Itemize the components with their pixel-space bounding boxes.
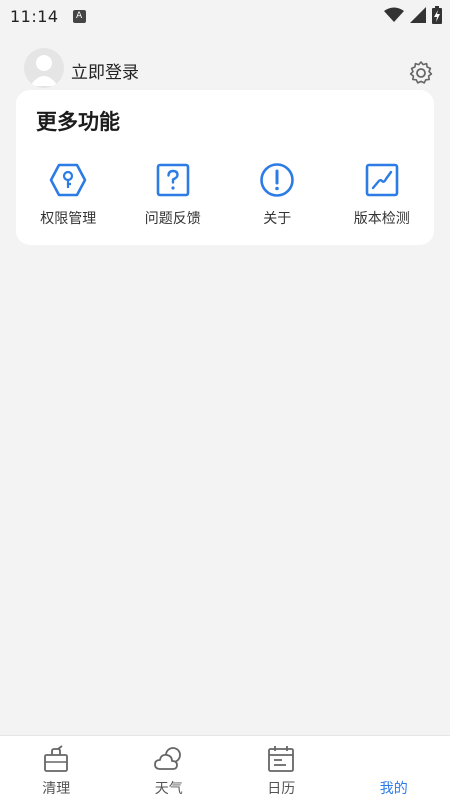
calendar-icon <box>266 744 296 774</box>
function-permission-management[interactable]: 权限管理 <box>16 160 121 228</box>
version-check-chart-icon <box>362 160 402 200</box>
signal-icon <box>410 7 426 23</box>
profile-icon <box>379 744 409 774</box>
function-feedback[interactable]: 问题反馈 <box>121 160 226 228</box>
tab-label: 我的 <box>380 778 408 798</box>
card-title: 更多功能 <box>36 106 120 136</box>
clean-jar-icon <box>41 744 71 774</box>
tab-mine[interactable]: 我的 <box>338 736 450 802</box>
wifi-icon <box>384 7 404 23</box>
about-exclamation-icon <box>257 160 297 200</box>
function-version-check[interactable]: 版本检测 <box>330 160 435 228</box>
login-link[interactable]: 立即登录 <box>71 58 139 83</box>
more-functions-card: 更多功能 权限管理 问题反馈 <box>16 90 434 245</box>
settings-gear-icon[interactable] <box>408 60 434 86</box>
status-time: 11:14 <box>10 7 59 26</box>
function-label: 关于 <box>263 208 291 228</box>
function-label: 问题反馈 <box>145 208 201 228</box>
tab-calendar[interactable]: 日历 <box>225 736 338 802</box>
feedback-question-icon <box>153 160 193 200</box>
tab-label: 清理 <box>42 778 70 798</box>
battery-charging-icon <box>432 6 442 24</box>
tab-label: 日历 <box>267 778 295 798</box>
function-grid: 权限管理 问题反馈 关于 <box>16 160 434 228</box>
status-bar: 11:14 A <box>0 0 450 32</box>
default-avatar-icon <box>24 48 64 88</box>
bottom-tab-bar: 清理 天气 日历 我的 <box>0 735 450 802</box>
function-about[interactable]: 关于 <box>225 160 330 228</box>
tab-weather[interactable]: 天气 <box>113 736 226 802</box>
avatar[interactable] <box>24 48 64 88</box>
permission-key-icon <box>48 160 88 200</box>
weather-cloud-icon <box>154 744 184 774</box>
notification-a-icon: A <box>73 10 86 23</box>
function-label: 权限管理 <box>40 208 96 228</box>
tab-label: 天气 <box>155 778 183 798</box>
profile-header: 立即登录 <box>0 40 450 96</box>
function-label: 版本检测 <box>354 208 410 228</box>
status-icons <box>384 6 442 24</box>
tab-clean[interactable]: 清理 <box>0 736 113 802</box>
